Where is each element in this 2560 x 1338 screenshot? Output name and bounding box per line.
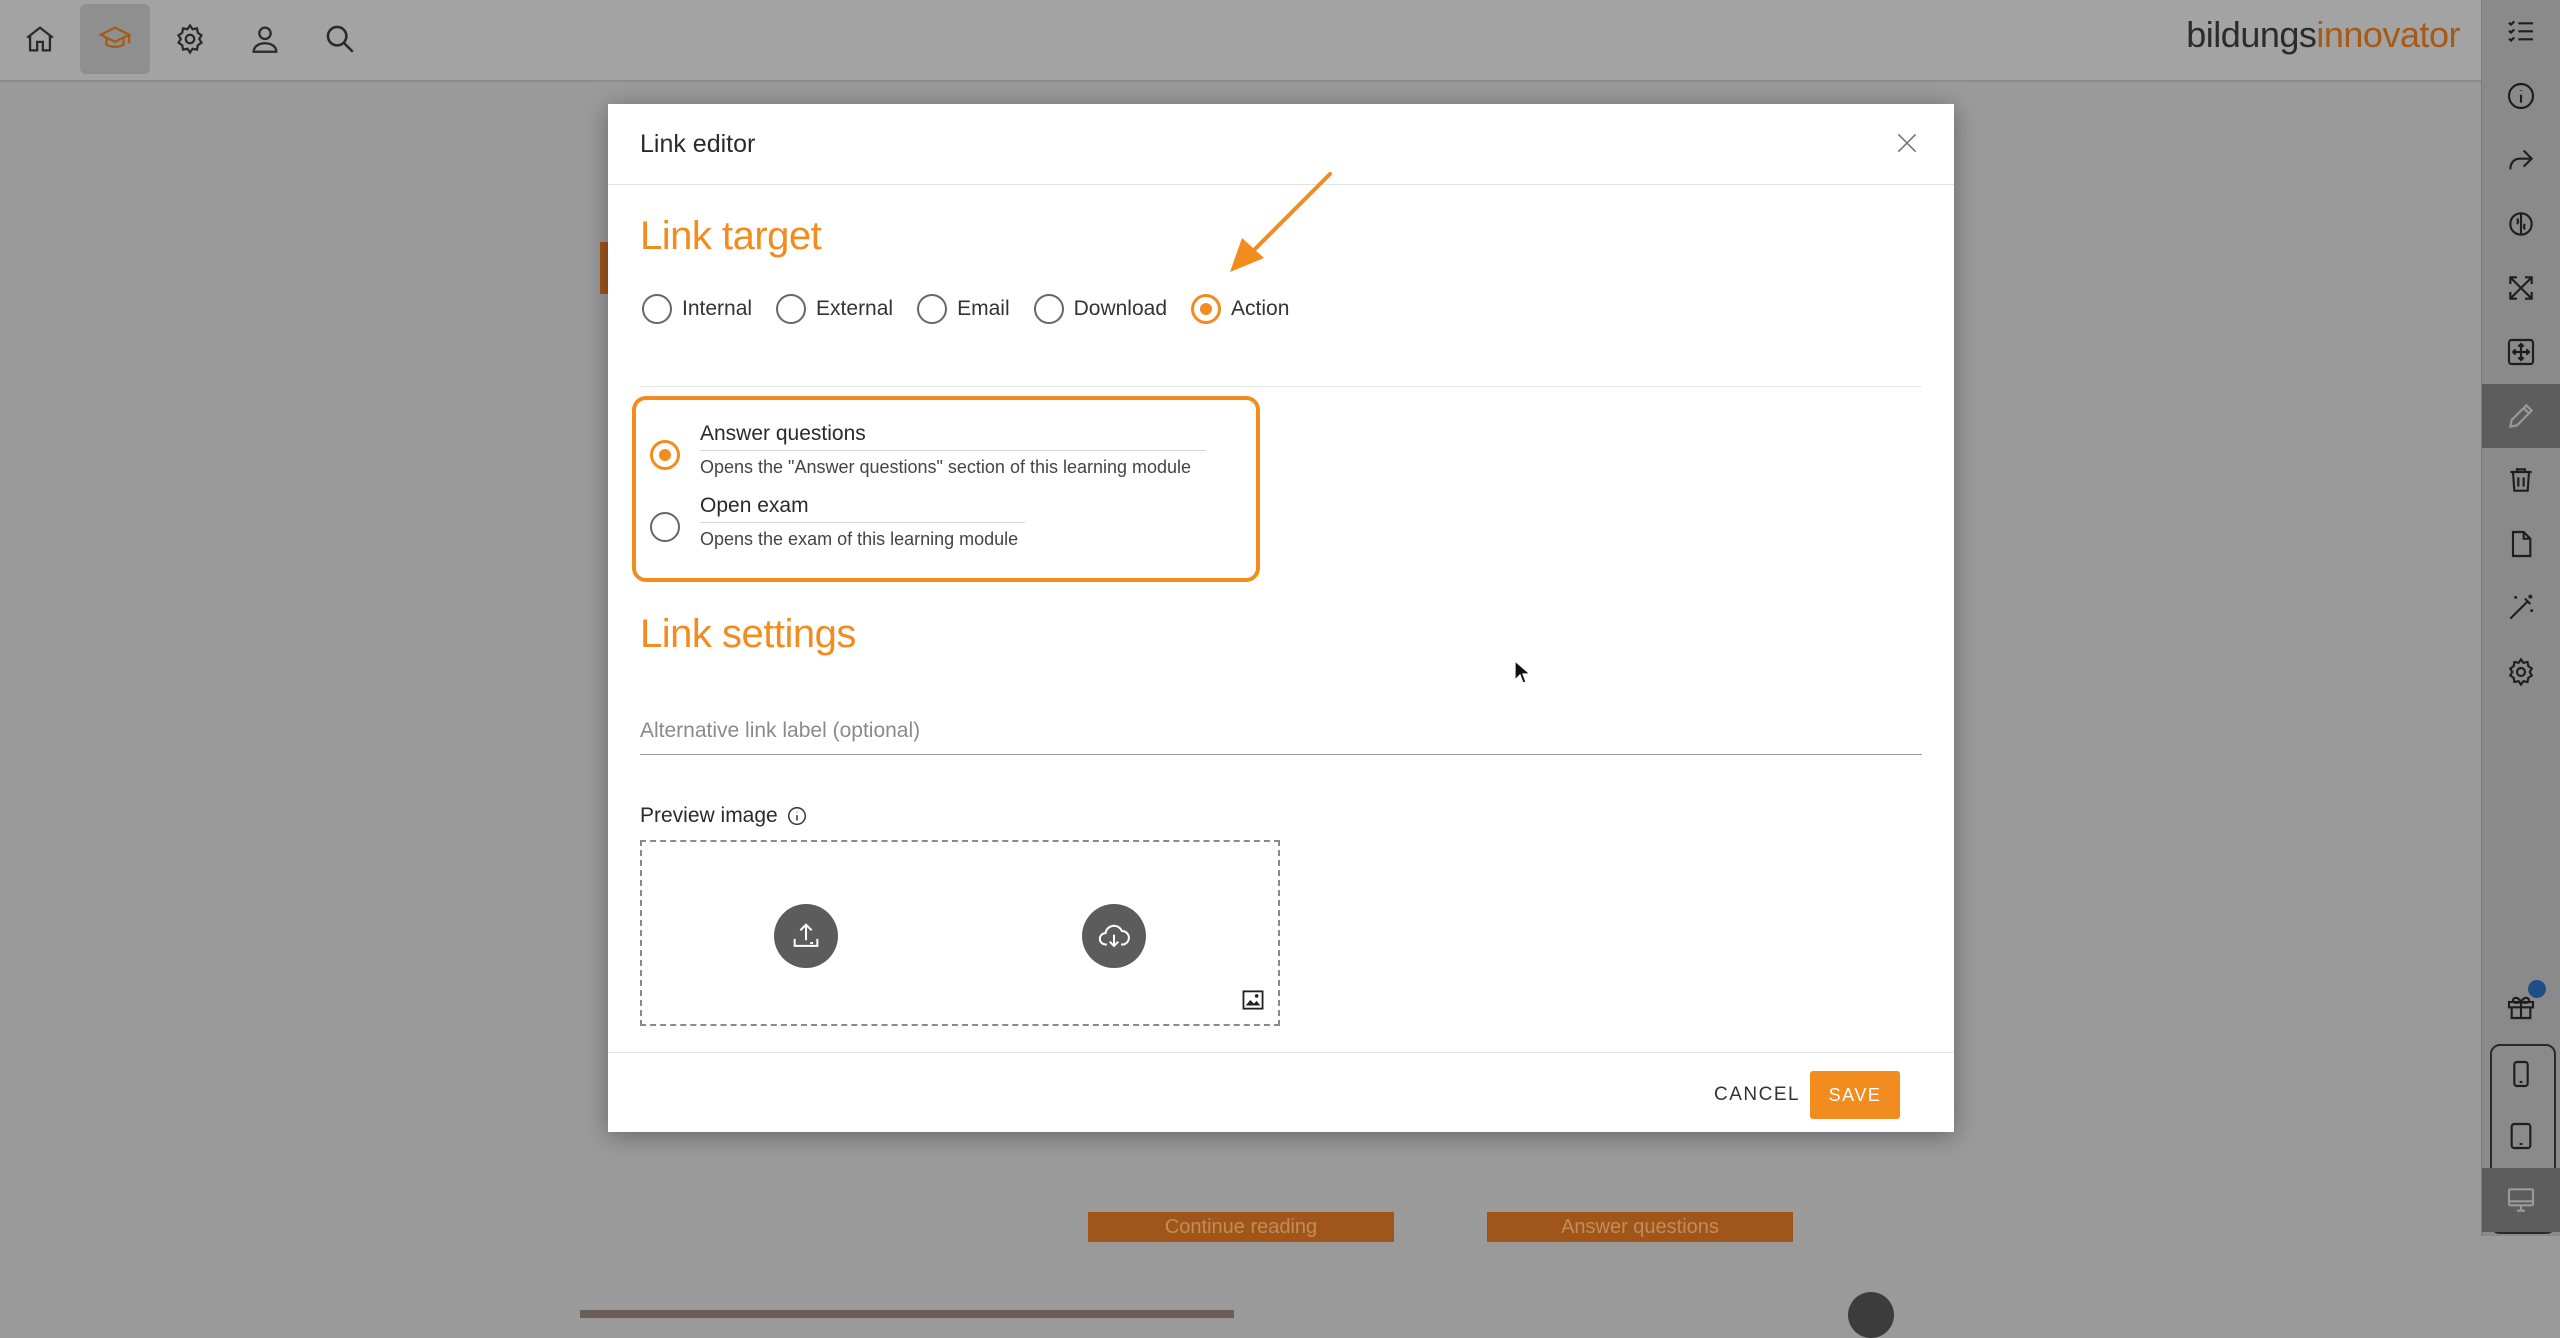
alternative-link-label-input[interactable] [640, 708, 1922, 755]
preview-image-label-text: Preview image [640, 804, 778, 827]
brand-logo: bildungsinnovator [2186, 14, 2460, 56]
expand-icon[interactable] [2482, 256, 2560, 320]
radio-label-download: Download [1073, 297, 1168, 320]
background-floating-button [1848, 1292, 1894, 1338]
right-sidebar [2481, 0, 2560, 1236]
radio-label-email: Email [957, 297, 1010, 320]
radio-answer-questions[interactable] [650, 440, 680, 470]
link-settings-heading: Link settings [640, 612, 856, 656]
link-type-action[interactable]: Action [1191, 294, 1289, 324]
fit-screen-icon[interactable] [2482, 320, 2560, 384]
checklist-icon[interactable] [2482, 0, 2560, 64]
notification-badge [2528, 980, 2546, 998]
profile-icon[interactable] [230, 4, 300, 74]
link-type-external[interactable]: External [776, 294, 893, 324]
radio-label-internal: Internal [682, 297, 753, 320]
search-icon[interactable] [305, 4, 375, 74]
background-answer-button: Answer questions [1487, 1212, 1793, 1242]
action-desc-open-exam: Opens the exam of this learning module [700, 529, 1019, 549]
image-icon [1242, 990, 1264, 1010]
radio-label-action: Action [1231, 297, 1290, 320]
preview-image-dropzone[interactable] [640, 840, 1280, 1026]
desktop-icon[interactable] [2482, 1168, 2560, 1232]
share-icon[interactable] [2482, 128, 2560, 192]
radio-action[interactable] [1191, 294, 1222, 324]
radio-open-exam[interactable] [650, 512, 680, 542]
link-target-heading: Link target [640, 214, 822, 258]
action-options-highlight: Answer questions Opens the "Answer quest… [632, 396, 1260, 582]
cancel-button[interactable]: CANCEL [1714, 1075, 1800, 1115]
radio-internal[interactable] [642, 294, 672, 324]
background-continue-button: Continue reading [1088, 1212, 1394, 1242]
document-icon[interactable] [2482, 512, 2560, 576]
action-title-answer-questions: Answer questions [700, 422, 1206, 451]
settings-icon[interactable] [155, 4, 225, 74]
save-button[interactable]: SAVE [1810, 1071, 1900, 1119]
brand-name-part1: bildungs [2186, 14, 2317, 55]
home-icon[interactable] [5, 4, 75, 74]
link-type-radio-group: Internal External Email Download Action [642, 294, 1313, 324]
action-title-open-exam: Open exam [700, 494, 1025, 523]
link-type-download[interactable]: Download [1033, 294, 1168, 324]
annotation-arrow-icon [1230, 172, 1332, 272]
cloud-download-icon[interactable] [1082, 904, 1146, 968]
info-icon[interactable] [786, 805, 808, 827]
info-icon[interactable] [2482, 64, 2560, 128]
brand-name-part2: innovator [2316, 14, 2460, 55]
trash-icon[interactable] [2482, 448, 2560, 512]
action-desc-answer-questions: Opens the "Answer questions" section of … [700, 457, 1192, 477]
action-option-open-exam[interactable]: Open exam Opens the exam of this learnin… [650, 494, 1025, 550]
background-image-strip [580, 1310, 1234, 1318]
pencil-icon[interactable] [2482, 384, 2560, 448]
link-type-internal[interactable]: Internal [642, 294, 752, 324]
radio-email[interactable] [917, 294, 948, 324]
radio-label-external: External [816, 297, 894, 320]
close-icon[interactable] [1890, 126, 1924, 160]
mouse-cursor-icon [1514, 660, 1532, 684]
phone-icon[interactable] [2482, 1042, 2560, 1106]
top-navigation-bar: bildungsinnovator [0, 0, 2482, 82]
section-divider [640, 386, 1922, 387]
upload-icon[interactable] [774, 904, 838, 968]
gift-icon[interactable] [2482, 974, 2560, 1038]
dialog-title: Link editor [640, 130, 756, 158]
preview-image-label: Preview image [640, 804, 808, 828]
tablet-icon[interactable] [2482, 1104, 2560, 1168]
radio-external[interactable] [776, 294, 807, 324]
magic-wand-icon[interactable] [2482, 576, 2560, 640]
graduation-cap-icon[interactable] [80, 4, 150, 74]
action-option-answer-questions[interactable]: Answer questions Opens the "Answer quest… [650, 422, 1206, 478]
link-type-email[interactable]: Email [917, 294, 1010, 324]
dialog-footer: CANCEL SAVE [608, 1052, 1954, 1133]
radio-download[interactable] [1033, 294, 1064, 324]
brain-icon[interactable] [2482, 192, 2560, 256]
settings-icon[interactable] [2482, 640, 2560, 704]
